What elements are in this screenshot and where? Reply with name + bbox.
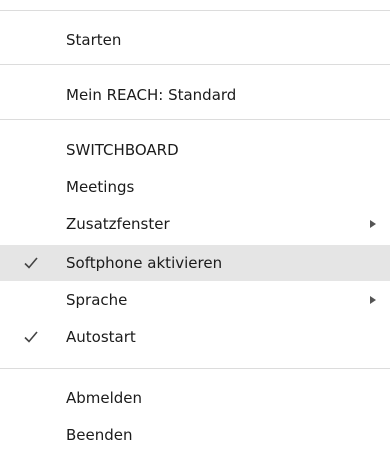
menu-item-switchboard[interactable]: SWITCHBOARD: [0, 132, 390, 168]
menu-item-label: Starten: [66, 31, 122, 49]
context-menu: Starten Mein REACH: Standard SWITCHBOARD…: [0, 0, 390, 454]
menu-item-meetings[interactable]: Meetings: [0, 169, 390, 205]
menu-item-label: Abmelden: [66, 389, 143, 407]
menu-item-mein-reach[interactable]: Mein REACH: Standard: [0, 77, 390, 113]
menu-item-label: Zusatzfenster: [66, 215, 170, 233]
menu-separator: [0, 119, 390, 120]
menu-item-label: SWITCHBOARD: [66, 141, 179, 159]
menu-item-sprache[interactable]: Sprache: [0, 282, 390, 318]
menu-item-starten[interactable]: Starten: [0, 22, 390, 58]
menu-item-softphone-aktivieren[interactable]: Softphone aktivieren: [0, 245, 390, 281]
submenu-arrow-icon: [370, 220, 376, 228]
checkmark-icon: [24, 331, 38, 343]
menu-separator: [0, 64, 390, 65]
menu-item-label: Autostart: [66, 328, 136, 346]
menu-item-beenden[interactable]: Beenden: [0, 417, 390, 453]
menu-item-label: Beenden: [66, 426, 133, 444]
menu-separator: [0, 368, 390, 369]
menu-item-label: Mein REACH: Standard: [66, 86, 237, 104]
menu-item-autostart[interactable]: Autostart: [0, 319, 390, 355]
menu-item-label: Meetings: [66, 178, 135, 196]
menu-item-label: Sprache: [66, 291, 128, 309]
menu-item-label: Softphone aktivieren: [66, 254, 223, 272]
submenu-arrow-icon: [370, 296, 376, 304]
checkmark-icon: [24, 257, 38, 269]
menu-item-zusatzfenster[interactable]: Zusatzfenster: [0, 206, 390, 242]
menu-separator: [0, 10, 390, 11]
menu-item-abmelden[interactable]: Abmelden: [0, 380, 390, 416]
